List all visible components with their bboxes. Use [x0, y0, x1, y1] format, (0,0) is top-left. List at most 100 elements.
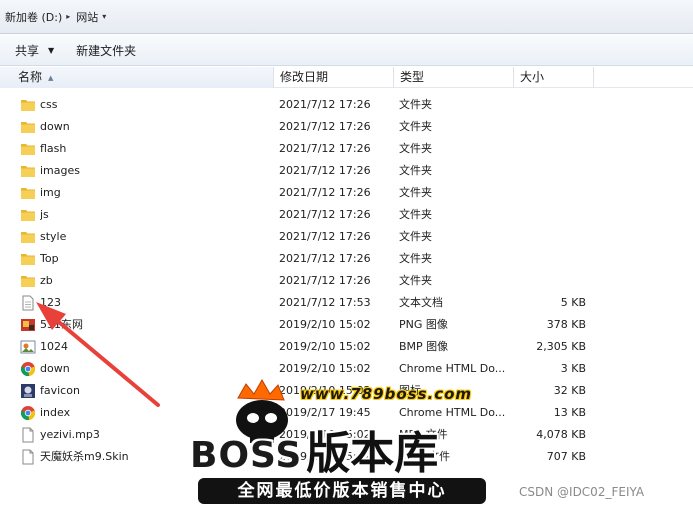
file-type: Chrome HTML Do... — [399, 362, 506, 375]
file-date: 2021/7/12 17:26 — [279, 252, 371, 265]
png-image-icon — [20, 317, 36, 333]
file-row[interactable]: 1024 2019/2/10 15:02 BMP 图像 2,305 KB — [0, 336, 693, 358]
chrome-icon — [20, 405, 36, 421]
column-type-label: 类型 — [400, 70, 425, 84]
file-size: 13 KB — [553, 406, 586, 419]
generic-file-icon — [20, 427, 36, 443]
watermark-slogan: 全网最低价版本销售中心 — [198, 478, 486, 504]
file-name: 123 — [40, 296, 61, 309]
chevron-down-icon[interactable]: ▾ — [102, 12, 106, 21]
file-name: style — [40, 230, 67, 243]
column-date-label: 修改日期 — [280, 70, 329, 84]
generic-file-icon — [20, 449, 36, 465]
file-name: css — [40, 98, 58, 111]
file-size: 378 KB — [546, 318, 586, 331]
file-name: Top — [40, 252, 59, 265]
file-name: img — [40, 186, 61, 199]
file-size: 4,078 KB — [536, 428, 586, 441]
folder-icon — [20, 141, 36, 157]
file-name: down — [40, 120, 70, 133]
column-header-name[interactable]: 名称 ▲ — [0, 67, 274, 88]
file-name: images — [40, 164, 80, 177]
folder-icon — [20, 251, 36, 267]
file-date: 2021/7/12 17:26 — [279, 230, 371, 243]
file-type: Chrome HTML Do... — [399, 406, 506, 419]
column-header-date[interactable]: 修改日期 — [274, 67, 394, 88]
file-row[interactable]: index 2019/2/17 19:45 Chrome HTML Do... 13 … — [0, 402, 693, 424]
file-list: css 2021/7/12 17:26 文件夹 down 2021/7/12 17:26… — [0, 94, 693, 468]
folder-icon — [20, 97, 36, 113]
file-size — [516, 226, 586, 248]
chevron-down-icon: ▼ — [48, 45, 55, 55]
new-folder-button[interactable]: 新建文件夹 — [76, 42, 136, 59]
file-type: 文件夹 — [399, 164, 432, 177]
file-date: 2021/7/12 17:26 — [279, 186, 371, 199]
file-name: 1024 — [40, 340, 68, 353]
watermark-site: www.789boss.com — [300, 385, 473, 403]
sort-ascending-icon: ▲ — [48, 74, 54, 82]
folder-icon — [20, 119, 36, 135]
file-date: 2019/2/10 15:02 — [279, 340, 371, 353]
file-row[interactable]: down 2019/2/10 15:02 Chrome HTML Do... 3 KB — [0, 358, 693, 380]
file-name: 531东网 — [40, 318, 83, 331]
address-bar[interactable]: 新加卷 (D:) ▸ 网站 ▾ — [0, 0, 693, 34]
column-header-size[interactable]: 大小 — [514, 67, 594, 88]
file-date: 2021/7/12 17:26 — [279, 120, 371, 133]
share-button[interactable]: 共享 ▼ — [15, 42, 54, 59]
folder-icon — [20, 229, 36, 245]
file-size — [516, 138, 586, 160]
file-type: 文件夹 — [399, 98, 432, 111]
file-row[interactable]: zb 2021/7/12 17:26 文件夹 — [0, 270, 693, 292]
file-date: 2021/7/12 17:26 — [279, 274, 371, 287]
file-type: 文件夹 — [399, 186, 432, 199]
file-date: 2021/7/12 17:26 — [279, 98, 371, 111]
column-name-label: 名称 — [18, 70, 43, 84]
file-row[interactable]: flash 2021/7/12 17:26 文件夹 — [0, 138, 693, 160]
file-name: zb — [40, 274, 53, 287]
file-type: 文本文档 — [399, 296, 443, 309]
file-row[interactable]: 123 2021/7/12 17:53 文本文档 5 KB — [0, 292, 693, 314]
file-row[interactable]: down 2021/7/12 17:26 文件夹 — [0, 116, 693, 138]
breadcrumb-folder[interactable]: 网站 ▾ — [76, 9, 112, 25]
file-size: 2,305 KB — [536, 340, 586, 353]
file-type: 文件夹 — [399, 230, 432, 243]
breadcrumb-drive-label: 新加卷 (D:) — [5, 10, 63, 24]
file-type: BMP 图像 — [399, 340, 449, 353]
file-size: 5 KB — [560, 296, 586, 309]
watermark-title: BOSS 版本库 — [190, 428, 439, 479]
file-size — [516, 160, 586, 182]
file-size — [516, 116, 586, 138]
file-row[interactable]: js 2021/7/12 17:26 文件夹 — [0, 204, 693, 226]
file-name: index — [40, 406, 71, 419]
file-date: 2021/7/12 17:26 — [279, 208, 371, 221]
file-size: 32 KB — [553, 384, 586, 397]
file-name: js — [40, 208, 49, 221]
watermark-title-text: 版本库 — [306, 428, 439, 479]
file-row[interactable]: style 2021/7/12 17:26 文件夹 — [0, 226, 693, 248]
chevron-right-icon[interactable]: ▸ — [66, 12, 70, 21]
file-date: 2019/2/17 19:45 — [279, 406, 371, 419]
file-size: 3 KB — [560, 362, 586, 375]
command-toolbar: 共享 ▼ 新建文件夹 — [0, 35, 693, 66]
folder-icon — [20, 185, 36, 201]
file-row[interactable]: css 2021/7/12 17:26 文件夹 — [0, 94, 693, 116]
file-row[interactable]: Top 2021/7/12 17:26 文件夹 — [0, 248, 693, 270]
file-name: down — [40, 362, 70, 375]
folder-icon — [20, 273, 36, 289]
file-type: 文件夹 — [399, 252, 432, 265]
file-row[interactable]: 531东网 2019/2/10 15:02 PNG 图像 378 KB — [0, 314, 693, 336]
file-row[interactable]: img 2021/7/12 17:26 文件夹 — [0, 182, 693, 204]
new-folder-button-label: 新建文件夹 — [76, 43, 137, 58]
file-size — [516, 248, 586, 270]
file-row[interactable]: images 2021/7/12 17:26 文件夹 — [0, 160, 693, 182]
breadcrumb-folder-label: 网站 — [76, 10, 99, 24]
file-size — [516, 94, 586, 116]
favicon-icon — [20, 383, 36, 399]
column-size-label: 大小 — [520, 70, 545, 84]
breadcrumb-drive[interactable]: 新加卷 (D:) ▸ — [5, 9, 76, 25]
column-header-type[interactable]: 类型 — [394, 67, 514, 88]
file-size — [516, 270, 586, 292]
file-date: 2021/7/12 17:26 — [279, 164, 371, 177]
text-file-icon — [20, 295, 36, 311]
file-type: 文件夹 — [399, 120, 432, 133]
